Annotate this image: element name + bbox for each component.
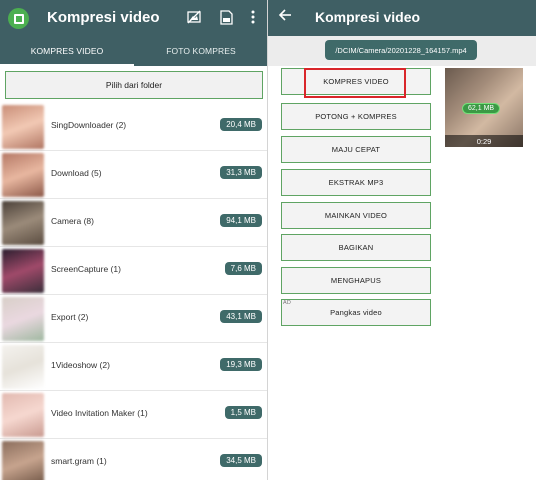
folder-size-badge: 7,6 MB <box>224 262 262 275</box>
folder-item[interactable]: Video Invitation Maker (1) 1,5 MB <box>0 391 268 439</box>
tab-bar: KOMPRES VIDEO FOTO KOMPRES <box>0 36 268 66</box>
zip-file-icon[interactable] <box>218 9 234 25</box>
folder-name: 1Videoshow (2) <box>51 360 110 370</box>
pick-folder-button[interactable]: Pilih dari folder <box>5 71 263 99</box>
pick-folder-label: Pilih dari folder <box>105 80 163 90</box>
folder-item[interactable]: ScreenCapture (1) 7,6 MB <box>0 247 268 295</box>
folder-thumbnail <box>2 201 44 245</box>
folder-thumbnail <box>2 249 44 293</box>
action-label: MENGHAPUS <box>330 276 382 285</box>
tab-compress-photo[interactable]: FOTO KOMPRES <box>134 36 268 66</box>
more-vert-icon[interactable] <box>248 9 258 25</box>
folder-thumbnail <box>2 441 44 480</box>
folder-name: Download (5) <box>51 168 102 178</box>
tab-indicator <box>0 64 134 66</box>
folder-item[interactable]: Camera (8) 94,1 MB <box>0 199 268 247</box>
page-title: Kompresi video <box>315 9 421 25</box>
crop-video-ad-button[interactable]: AD Pangkas video <box>281 299 431 326</box>
folder-thumbnail <box>2 153 44 197</box>
folder-size-badge: 34,5 MB <box>220 454 262 467</box>
screen: Kompresi video KOMPRES VIDEO FOTO KOMPRE… <box>0 0 536 480</box>
folder-name: smart.gram (1) <box>51 456 107 466</box>
video-duration: 0:29 <box>445 135 523 147</box>
fast-forward-button[interactable]: MAJU CEPAT <box>281 136 431 163</box>
folder-size-badge: 1,5 MB <box>224 406 262 419</box>
app-bar: Kompresi video <box>268 0 536 36</box>
tab-label: KOMPRES VIDEO <box>30 46 104 56</box>
app-logo-icon <box>8 8 29 29</box>
action-label: EKSTRAK MP3 <box>328 178 384 187</box>
folder-thumbnail <box>2 393 44 437</box>
action-label: POTONG + KOMPRES <box>315 112 397 121</box>
folder-size-badge: 43,1 MB <box>220 310 262 323</box>
folder-item[interactable]: SingDownloader (2) 20,4 MB <box>0 103 268 151</box>
app-title: Kompresi video <box>47 9 160 26</box>
file-path-label: /DCIM/Camera/20201228_164157.mp4 <box>325 40 477 60</box>
play-video-button[interactable]: MAINKAN VIDEO <box>281 202 431 229</box>
share-button[interactable]: BAGIKAN <box>281 234 431 261</box>
highlight-box <box>304 68 406 98</box>
action-label: Pangkas video <box>330 308 382 317</box>
video-actions-screen: Kompresi video /DCIM/Camera/20201228_164… <box>268 0 536 480</box>
folder-size-badge: 31,3 MB <box>220 166 262 179</box>
app-bar: Kompresi video <box>0 0 268 36</box>
folder-name: Export (2) <box>51 312 89 322</box>
ad-label: AD <box>283 300 292 306</box>
action-label: BAGIKAN <box>338 243 374 252</box>
delete-button[interactable]: MENGHAPUS <box>281 267 431 294</box>
tab-compress-video[interactable]: KOMPRES VIDEO <box>0 36 134 66</box>
folder-size-badge: 19,3 MB <box>220 358 262 371</box>
folder-size-badge: 94,1 MB <box>220 214 262 227</box>
folder-name: Video Invitation Maker (1) <box>51 408 148 418</box>
tab-label: FOTO KOMPRES <box>166 46 236 56</box>
extract-mp3-button[interactable]: EKSTRAK MP3 <box>281 169 431 196</box>
folder-thumbnail <box>2 105 44 149</box>
action-label: MAJU CEPAT <box>331 145 381 154</box>
video-thumbnail[interactable]: 62,1 MB 0:29 <box>445 68 523 147</box>
folder-thumbnail <box>2 297 44 341</box>
folder-item[interactable]: Download (5) 31,3 MB <box>0 151 268 199</box>
folder-name: SingDownloader (2) <box>51 120 127 130</box>
folder-item[interactable]: smart.gram (1) 34,5 MB <box>0 439 268 480</box>
folder-thumbnail <box>2 345 44 389</box>
folder-item[interactable]: Export (2) 43,1 MB <box>0 295 268 343</box>
path-bar: /DCIM/Camera/20201228_164157.mp4 <box>268 36 536 66</box>
trim-compress-button[interactable]: POTONG + KOMPRES <box>281 103 431 130</box>
folder-size-badge: 20,4 MB <box>220 118 262 131</box>
back-arrow-icon[interactable] <box>278 8 292 27</box>
folder-item[interactable]: 1Videoshow (2) 19,3 MB <box>0 343 268 391</box>
no-image-icon[interactable] <box>186 9 202 25</box>
action-label: MAINKAN VIDEO <box>324 211 388 220</box>
video-size-badge: 62,1 MB <box>462 103 501 114</box>
folder-name: Camera (8) <box>51 216 94 226</box>
folder-list-screen: Kompresi video KOMPRES VIDEO FOTO KOMPRE… <box>0 0 268 480</box>
folder-name: ScreenCapture (1) <box>51 264 121 274</box>
